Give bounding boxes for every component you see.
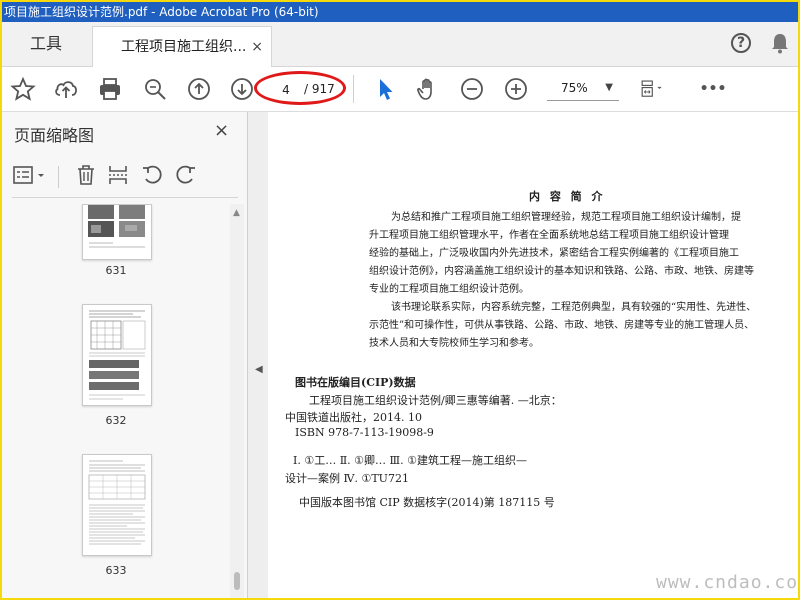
tab-document[interactable]: 工程项目施工组织... × — [92, 26, 272, 67]
next-page-icon[interactable] — [229, 76, 255, 102]
more-options-icon[interactable]: ••• — [698, 76, 728, 102]
intro-line: 经验的基础上，广泛吸收国内外先进技术，紧密结合工程实例编著的《工程项目施工 — [369, 248, 739, 259]
app-window: 项目施工组织设计范例.pdf - Adobe Acrobat Pro (64-b… — [2, 2, 798, 598]
intro-line: 升工程项目施工组织管理水平，作者在全面系统地总结工程项目施工组织设计管理 — [369, 230, 729, 241]
collapse-arrow-icon[interactable]: ◀ — [255, 364, 263, 375]
intro-line: 技术人员和大专院校师生学习和参考。 — [369, 338, 539, 349]
tab-document-label: 工程项目施工组织... — [121, 39, 247, 55]
panel-toolbar — [2, 160, 247, 196]
tab-tools[interactable]: 工具 — [2, 22, 90, 66]
thumbnail-page-632[interactable] — [82, 304, 152, 406]
tab-close-icon[interactable]: × — [251, 27, 263, 67]
panel-toolbar-divider — [58, 166, 59, 188]
thumbnail-options-icon[interactable] — [12, 164, 48, 192]
intro-line: 示范性”和可操作性，可供从事铁路、公路、市政、地铁、房建等专业的施工管理人员、 — [369, 320, 755, 331]
panel-collapse-strip[interactable]: ◀ — [248, 112, 268, 598]
rotate-left-icon[interactable] — [140, 163, 164, 191]
cip-line: ISBN 978-7-113-19098-9 — [295, 426, 434, 439]
select-cursor-icon[interactable] — [372, 76, 398, 102]
toolbar-divider — [353, 75, 354, 103]
thumbnail-list: 631 632 633 — [2, 204, 230, 598]
scroll-up-icon[interactable]: ▲ — [233, 208, 240, 218]
thumbnail-label: 632 — [105, 414, 127, 427]
window-title-bar: 项目施工组织设计范例.pdf - Adobe Acrobat Pro (64-b… — [2, 2, 798, 22]
cip-line: 中国版本图书馆 CIP 数据核字(2014)第 187115 号 — [299, 496, 555, 509]
window-title: 项目施工组织设计范例.pdf - Adobe Acrobat Pro (64-b… — [4, 5, 319, 19]
delete-page-icon[interactable] — [74, 163, 98, 191]
cip-line: 工程项目施工组织设计范例/卿三惠等编著. —北京： — [309, 394, 562, 407]
cip-heading: 图书在版编目(CIP)数据 — [295, 376, 416, 389]
tab-bar: 工具 工程项目施工组织... × ? — [2, 22, 798, 67]
previous-page-icon[interactable] — [186, 76, 212, 102]
document-view: 内 容 简 介 为总结和推广工程项目施工组织管理经验，规范工程项目施工组织设计编… — [269, 112, 798, 598]
main-toolbar: / 917 75% ▼ ••• — [2, 67, 798, 112]
print-icon[interactable] — [97, 76, 123, 102]
cip-line: Ⅰ. ①工… Ⅱ. ①卿… Ⅲ. ①建筑工程—施工组织— — [293, 454, 527, 467]
cip-line: 设计—案例 Ⅳ. ①TU721 — [285, 472, 409, 485]
thumbnail-scrollbar[interactable]: ▲ — [230, 204, 244, 598]
extract-page-icon[interactable] — [106, 163, 130, 191]
panel-close-icon[interactable]: × — [214, 120, 229, 141]
scrollbar-thumb[interactable] — [234, 572, 240, 590]
zoom-out-icon[interactable] — [459, 76, 485, 102]
zoom-in-icon[interactable] — [503, 76, 529, 102]
intro-line: 专业的工程项目施工组织设计范例。 — [369, 284, 529, 295]
thumbnail-label: 631 — [105, 264, 127, 277]
intro-line: 为总结和推广工程项目施工组织管理经验，规范工程项目施工组织设计编制，提 — [391, 212, 741, 223]
zoom-level-dropdown[interactable]: 75% ▼ — [547, 78, 619, 101]
thumbnail-page-633[interactable] — [82, 454, 152, 556]
site-watermark: www.cndao.com — [656, 572, 798, 593]
intro-title: 内 容 简 介 — [529, 190, 606, 203]
thumbnail-label: 633 — [105, 564, 127, 577]
chevron-down-icon: ▼ — [605, 82, 613, 93]
hand-tool-icon[interactable] — [415, 76, 441, 102]
intro-line: 组织设计范例》，内容涵盖施工组织设计的基本知识和铁路、公路、市政、地铁、房建等 — [369, 266, 754, 277]
intro-line: 该书理论联系实际，内容系统完整，工程范例典型，具有较强的“实用性、先进性、 — [391, 302, 757, 313]
document-page: 内 容 简 介 为总结和推广工程项目施工组织管理经验，规范工程项目施工组织设计编… — [269, 112, 798, 598]
page-display-icon[interactable] — [640, 76, 676, 102]
upload-cloud-icon[interactable] — [53, 76, 79, 102]
thumbnail-page-631[interactable] — [82, 204, 152, 260]
cip-line: 中国铁道出版社，2014. 10 — [285, 411, 422, 424]
panel-title: 页面缩略图 — [14, 126, 95, 145]
bookmark-star-icon[interactable] — [10, 76, 36, 102]
thumbnail-panel: 页面缩略图 × 631 632 633 ▲ — [2, 112, 248, 598]
bell-icon[interactable] — [770, 32, 790, 58]
red-annotation-circle — [254, 71, 346, 105]
help-icon[interactable]: ? — [731, 33, 751, 53]
panel-divider — [12, 197, 238, 198]
zoom-level-value: 75% — [561, 81, 588, 95]
rotate-right-icon[interactable] — [174, 163, 198, 191]
zoom-search-icon[interactable] — [142, 76, 168, 102]
